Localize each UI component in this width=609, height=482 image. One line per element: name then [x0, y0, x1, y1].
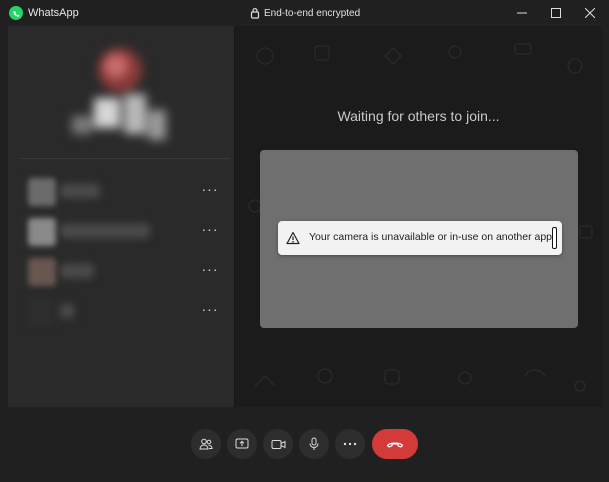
participant-more-button[interactable]: ··· — [200, 300, 220, 320]
end-call-button[interactable] — [372, 429, 418, 459]
participant-row[interactable]: ··· — [28, 174, 224, 208]
share-screen-icon — [235, 438, 249, 449]
participant-row[interactable]: ··· — [28, 294, 224, 328]
share-screen-button[interactable] — [227, 429, 257, 459]
app-title: WhatsApp — [28, 7, 79, 19]
participant-row[interactable]: ··· — [28, 254, 224, 288]
lock-icon — [250, 7, 260, 19]
participant-name — [60, 184, 100, 198]
participant-avatar — [28, 258, 56, 286]
title-bar: WhatsApp End-to-end encrypted — [0, 0, 609, 26]
close-button[interactable] — [571, 0, 609, 26]
camera-unavailable-notice: Your camera is unavailable or in-use on … — [278, 221, 562, 255]
camera-icon — [271, 439, 285, 449]
close-icon — [585, 8, 595, 18]
camera-button[interactable] — [263, 429, 293, 459]
warning-icon — [286, 231, 300, 245]
participant-more-button[interactable]: ··· — [200, 260, 220, 280]
participants-panel: ··· ··· ··· ··· — [8, 26, 234, 407]
panel-divider — [20, 158, 230, 159]
encryption-status: End-to-end encrypted — [250, 7, 360, 19]
camera-notice-text: Your camera is unavailable or in-use on … — [309, 231, 553, 243]
participant-avatar — [28, 298, 56, 326]
self-avatar — [64, 40, 176, 156]
participant-more-button[interactable]: ··· — [200, 180, 220, 200]
call-controls — [0, 407, 609, 482]
minimize-icon — [517, 12, 527, 14]
participant-name — [60, 224, 150, 238]
maximize-button[interactable] — [537, 0, 575, 26]
participant-row[interactable]: ··· — [28, 214, 224, 248]
whatsapp-logo-icon — [9, 6, 23, 20]
participant-more-button[interactable]: ··· — [200, 220, 220, 240]
whatsapp-call-window: WhatsApp End-to-end encrypted ··· ··· ··… — [0, 0, 609, 482]
notice-scrollbar[interactable] — [552, 227, 557, 249]
maximize-icon — [551, 8, 561, 18]
more-options-button[interactable] — [335, 429, 365, 459]
waiting-message: Waiting for others to join... — [337, 108, 500, 124]
minimize-button[interactable] — [503, 0, 541, 26]
more-icon — [343, 442, 357, 446]
participant-avatar — [28, 218, 56, 246]
participant-name — [60, 304, 74, 318]
participants-button[interactable] — [191, 429, 221, 459]
hangup-icon — [386, 442, 404, 448]
participant-name — [60, 264, 94, 278]
participant-avatar — [28, 178, 56, 206]
mic-button[interactable] — [299, 429, 329, 459]
self-video-preview: Your camera is unavailable or in-use on … — [260, 150, 578, 328]
call-stage: Waiting for others to join... Your camer… — [234, 26, 602, 407]
people-icon — [199, 438, 213, 450]
encryption-label: End-to-end encrypted — [264, 7, 361, 19]
mic-icon — [309, 437, 319, 450]
